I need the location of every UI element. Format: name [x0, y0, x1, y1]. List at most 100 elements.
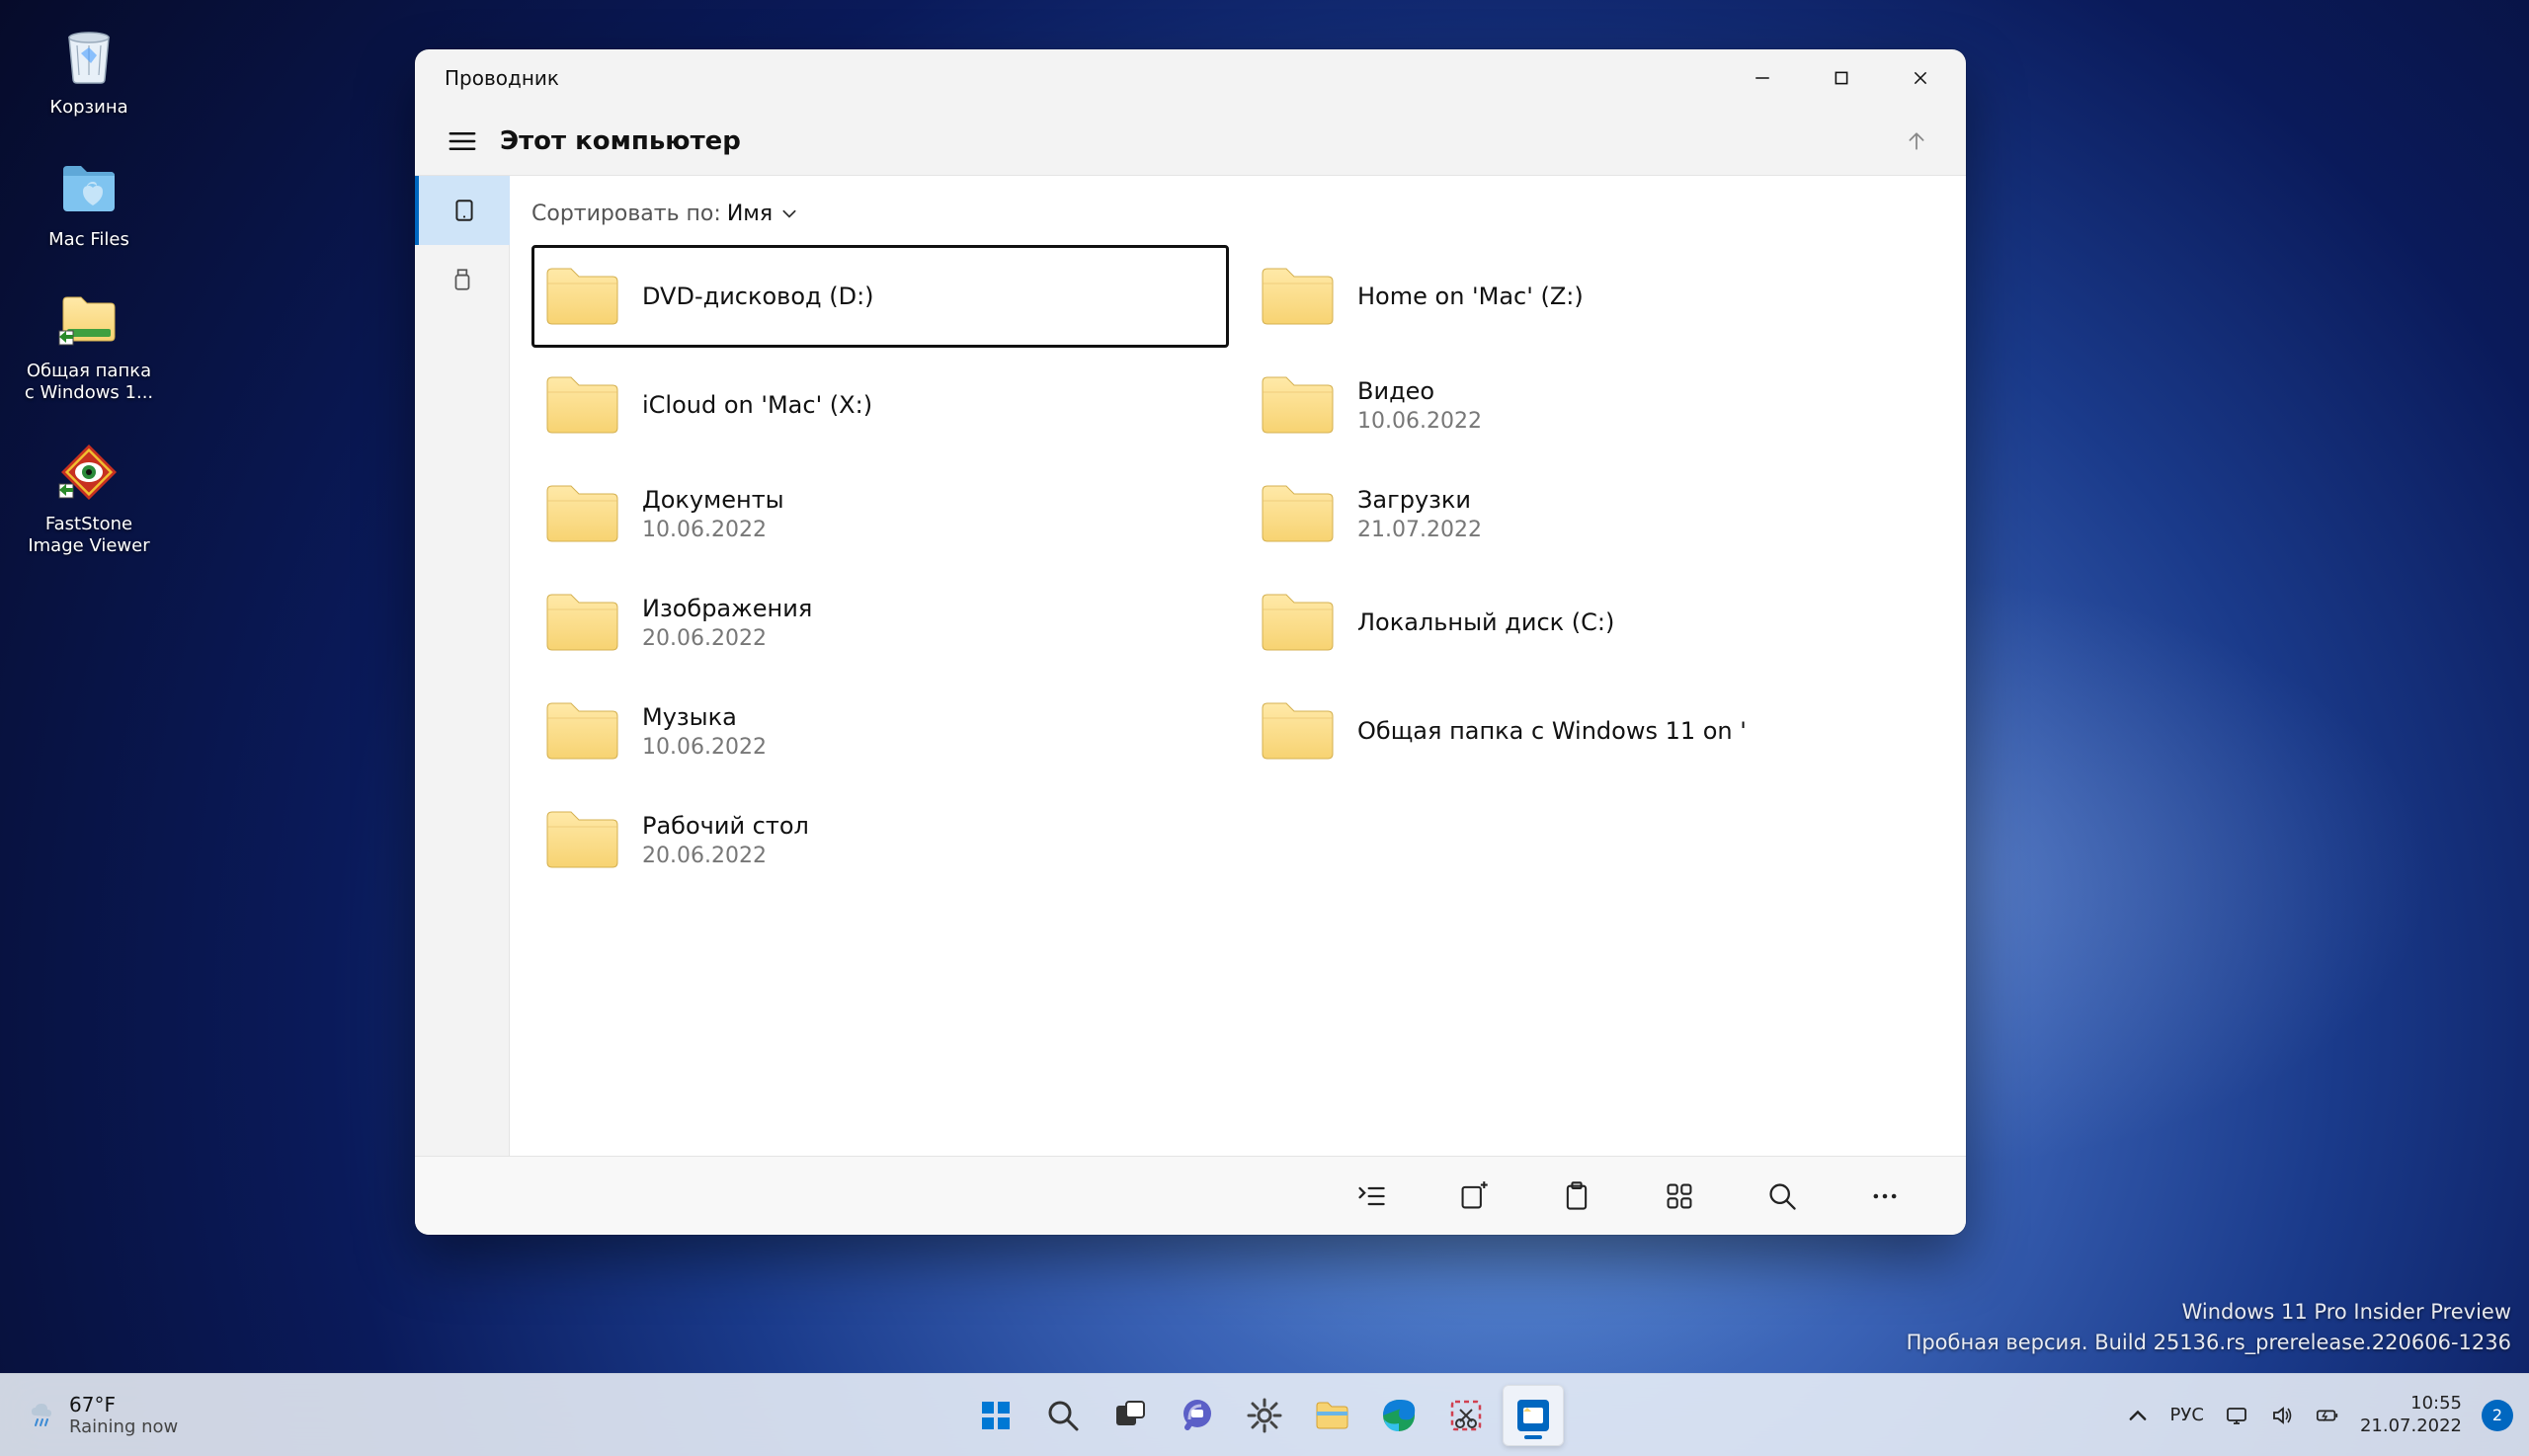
desktop-icon-label: Mac Files: [48, 229, 129, 251]
desktop-icon-label: FastStone Image Viewer: [20, 514, 158, 556]
clock-time: 10:55: [2410, 1393, 2462, 1416]
language-indicator[interactable]: РУС: [2170, 1405, 2204, 1425]
close-button[interactable]: [1881, 49, 1960, 107]
snipping-tool-button[interactable]: [1435, 1385, 1497, 1446]
weather-temp: 67°F: [69, 1393, 178, 1416]
file-item-date: 21.07.2022: [1357, 518, 1482, 542]
sort-label: Сортировать по:: [531, 202, 721, 226]
location-breadcrumb[interactable]: Этот компьютер: [500, 126, 1897, 156]
sort-value: Имя: [727, 202, 773, 226]
hamburger-menu-button[interactable]: [433, 107, 492, 176]
file-item[interactable]: Документы 10.06.2022: [531, 462, 1229, 565]
settings-button[interactable]: [1234, 1385, 1295, 1446]
task-view-icon: [1110, 1396, 1150, 1435]
view-grid-button[interactable]: [1658, 1174, 1701, 1218]
file-item[interactable]: Загрузки 21.07.2022: [1247, 462, 1944, 565]
clock[interactable]: 10:55 21.07.2022: [2360, 1393, 2462, 1437]
file-item-name: Home on 'Mac' (Z:): [1357, 283, 1584, 310]
desktop-icon-faststone[interactable]: FastStone Image Viewer: [20, 437, 158, 556]
folder-icon: [543, 590, 620, 655]
folder-icon: [1312, 1396, 1351, 1435]
file-item-date: 10.06.2022: [1357, 409, 1482, 434]
file-item-date: 20.06.2022: [642, 626, 812, 651]
chat-icon: [1178, 1396, 1217, 1435]
sidebar-drives-button[interactable]: [415, 245, 510, 314]
main-content: Сортировать по: Имя DVD-дисковод (D:) Ho…: [510, 176, 1966, 1156]
taskbar: 67°F Raining now: [0, 1373, 2529, 1456]
task-view-button[interactable]: [1100, 1385, 1161, 1446]
file-item-name: DVD-дисковод (D:): [642, 283, 874, 310]
file-item-date: 10.06.2022: [642, 518, 784, 542]
file-item-name: Музыка: [642, 703, 767, 731]
desktop-icon-shared-folder[interactable]: Общая папка с Windows 1...: [20, 283, 158, 403]
select-all-button[interactable]: [1349, 1174, 1393, 1218]
weather-condition: Raining now: [69, 1416, 178, 1438]
clock-date: 21.07.2022: [2360, 1416, 2462, 1438]
file-explorer-button[interactable]: [1301, 1385, 1362, 1446]
file-item-date: 10.06.2022: [642, 735, 767, 760]
watermark-line2: Пробная версия. Build 25136.rs_prereleas…: [1907, 1328, 2511, 1357]
battery-icon[interactable]: [2315, 1403, 2340, 1428]
paste-button[interactable]: [1555, 1174, 1598, 1218]
start-button[interactable]: [965, 1385, 1026, 1446]
file-item-name: Видео: [1357, 377, 1482, 405]
volume-icon[interactable]: [2269, 1403, 2295, 1428]
file-item-name: Изображения: [642, 595, 812, 622]
watermark: Windows 11 Pro Insider Preview Пробная в…: [1907, 1297, 2511, 1357]
folder-icon: [1259, 264, 1336, 329]
notification-badge[interactable]: 2: [2482, 1400, 2513, 1431]
gear-icon: [1245, 1396, 1284, 1435]
desktop-icon-recycle-bin[interactable]: Корзина: [20, 20, 158, 119]
network-icon[interactable]: [2224, 1403, 2249, 1428]
chevron-down-icon: [780, 204, 798, 222]
header-bar: Этот компьютер: [415, 107, 1966, 176]
file-item[interactable]: Локальный диск (C:): [1247, 571, 1944, 674]
file-item[interactable]: Общая папка с Windows 11 on ': [1247, 680, 1944, 782]
search-button[interactable]: [1760, 1174, 1804, 1218]
file-explorer-window: Проводник Этот компьютер: [415, 49, 1966, 1235]
edge-button[interactable]: [1368, 1385, 1429, 1446]
faststone-icon: [57, 441, 121, 504]
windows-logo-icon: [976, 1396, 1016, 1435]
new-folder-button[interactable]: [1452, 1174, 1496, 1218]
tray-chevron-up-button[interactable]: [2125, 1403, 2151, 1428]
sort-bar[interactable]: Сортировать по: Имя: [531, 194, 1944, 233]
desktop-icon-label: Общая папка с Windows 1...: [20, 361, 158, 403]
chat-button[interactable]: [1167, 1385, 1228, 1446]
folder-icon: [1259, 481, 1336, 546]
file-item-name: Локальный диск (C:): [1357, 608, 1614, 636]
file-item-name: Загрузки: [1357, 486, 1482, 514]
shared-folder-icon: [57, 287, 121, 351]
file-item[interactable]: iCloud on 'Mac' (X:): [531, 354, 1229, 456]
taskbar-search-button[interactable]: [1032, 1385, 1094, 1446]
taskbar-weather[interactable]: 67°F Raining now: [28, 1393, 178, 1438]
desktop-icon-mac-files[interactable]: Mac Files: [20, 152, 158, 251]
edge-icon: [1379, 1396, 1419, 1435]
more-button[interactable]: [1863, 1174, 1907, 1218]
desktop-icon-label: Корзина: [49, 97, 127, 119]
weather-rain-icon: [28, 1402, 55, 1429]
folder-icon: [1259, 590, 1336, 655]
file-item-name: Общая папка с Windows 11 on ': [1357, 717, 1747, 745]
file-item-name: Рабочий стол: [642, 812, 809, 840]
file-item-date: 20.06.2022: [642, 844, 809, 868]
up-button[interactable]: [1897, 121, 1936, 161]
usb-drive-icon: [449, 267, 475, 292]
watermark-line1: Windows 11 Pro Insider Preview: [1907, 1297, 2511, 1327]
sidebar-this-pc-button[interactable]: [415, 176, 510, 245]
recycle-bin-icon: [57, 24, 121, 87]
folder-icon: [543, 698, 620, 764]
file-item[interactable]: Музыка 10.06.2022: [531, 680, 1229, 782]
bottom-toolbar: [415, 1156, 1966, 1235]
titlebar[interactable]: Проводник: [415, 49, 1966, 107]
file-item[interactable]: Рабочий стол 20.06.2022: [531, 788, 1229, 891]
file-item[interactable]: Home on 'Mac' (Z:): [1247, 245, 1944, 348]
file-explorer-running-button[interactable]: [1503, 1385, 1564, 1446]
file-item[interactable]: Видео 10.06.2022: [1247, 354, 1944, 456]
explorer-app-icon: [1513, 1396, 1553, 1435]
file-item[interactable]: Изображения 20.06.2022: [531, 571, 1229, 674]
minimize-button[interactable]: [1723, 49, 1802, 107]
file-item[interactable]: DVD-дисковод (D:): [531, 245, 1229, 348]
tablet-icon: [451, 198, 477, 223]
maximize-button[interactable]: [1802, 49, 1881, 107]
